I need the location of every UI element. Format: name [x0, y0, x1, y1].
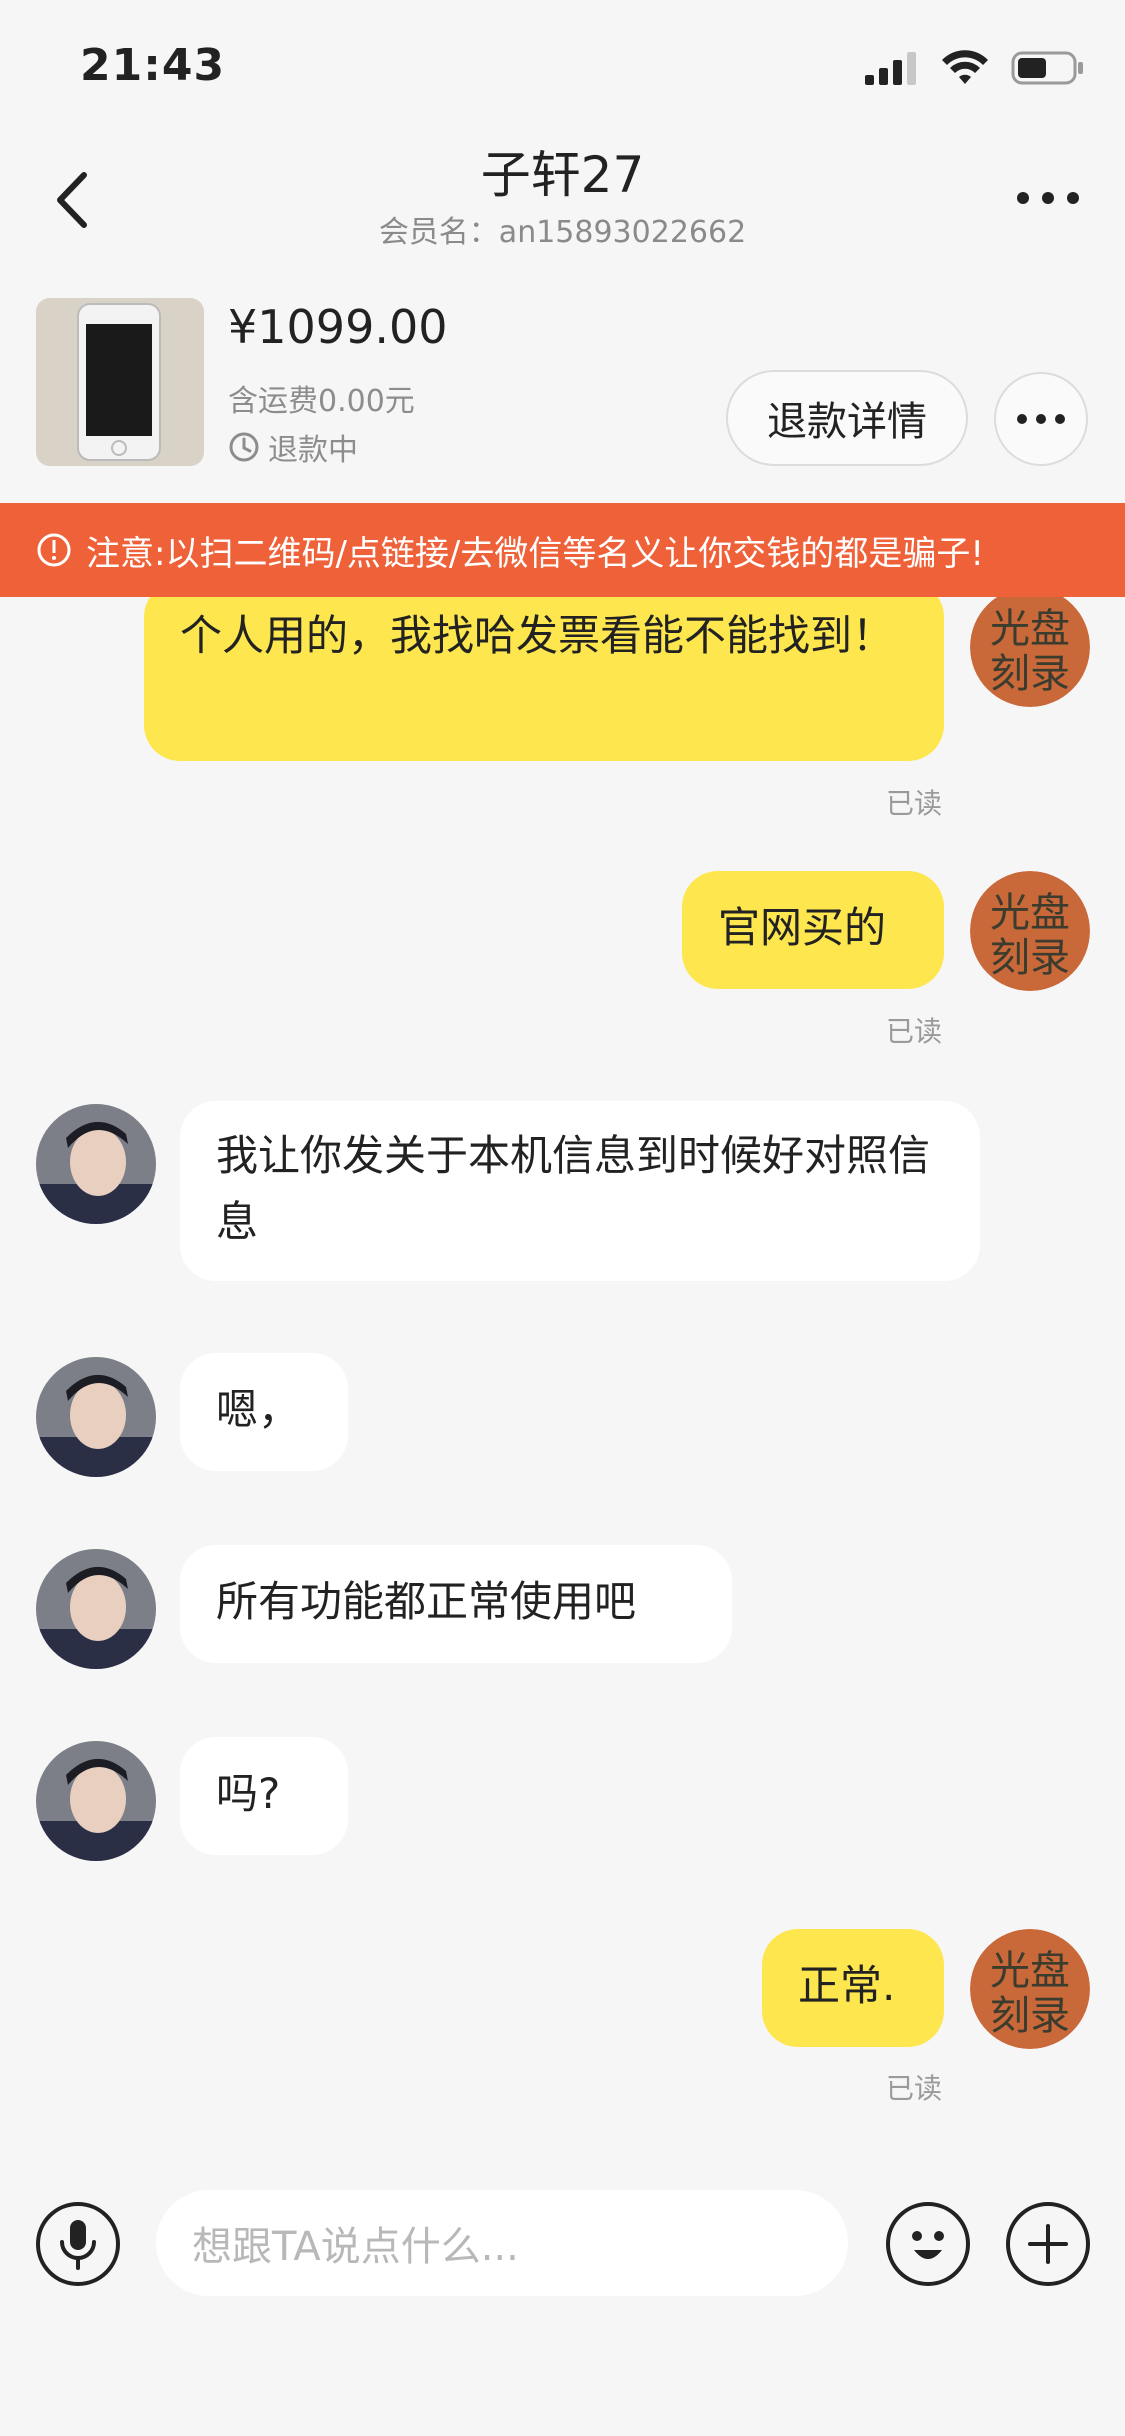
avatar[interactable] — [36, 1357, 156, 1477]
warning-text: 注意:以扫二维码/点链接/去微信等名义让你交钱的都是骗子! — [86, 533, 984, 574]
status-icons — [865, 48, 1085, 88]
avatar[interactable]: 光盘 刻录 — [970, 597, 1090, 707]
message-input[interactable]: 想跟TA说点什么... — [156, 2190, 848, 2296]
product-more-button[interactable] — [994, 372, 1088, 466]
shipping-fee: 含运费0.00元 — [228, 384, 415, 419]
avatar[interactable]: 光盘 刻录 — [970, 1929, 1090, 2049]
member-name: 会员名：an15893022662 — [378, 215, 747, 250]
more-dots-icon — [1017, 414, 1065, 424]
message-text: 我让你发关于本机信息到时候好对照信息 — [216, 1131, 931, 1246]
voice-input-button[interactable] — [36, 2202, 120, 2286]
message-text: 所有功能都正常使用吧 — [216, 1577, 637, 1626]
svg-text:光盘: 光盘 — [990, 890, 1070, 936]
emoji-button[interactable] — [886, 2202, 970, 2286]
refund-status: 退款中 — [228, 425, 358, 469]
message-bubble-received[interactable]: 所有功能都正常使用吧 — [180, 1545, 732, 1663]
avatar[interactable] — [36, 1549, 156, 1669]
message-bubble-sent[interactable]: 官网买的 — [682, 871, 944, 989]
message-bubble-received[interactable]: 嗯， — [180, 1353, 348, 1471]
alert-circle-icon — [37, 533, 71, 567]
plus-icon — [1028, 2224, 1068, 2264]
refund-details-button[interactable]: 退款详情 — [726, 370, 968, 466]
product-price: ¥1099.00 — [228, 300, 448, 354]
read-receipt: 已读 — [886, 2072, 943, 2105]
more-dots-icon — [1017, 192, 1079, 204]
clock-icon — [229, 432, 259, 462]
product-thumbnail[interactable] — [36, 298, 204, 466]
message-input-placeholder: 想跟TA说点什么... — [192, 2224, 519, 2270]
read-receipt: 已读 — [886, 787, 943, 820]
message-bubble-sent[interactable]: 正常. — [762, 1929, 944, 2047]
more-options-button[interactable] — [1013, 178, 1083, 218]
svg-text:刻录: 刻录 — [990, 1993, 1070, 2039]
avatar-logo-text: 光盘 — [990, 606, 1070, 652]
avatar[interactable] — [36, 1104, 156, 1224]
page-title: 子轩27 — [480, 146, 645, 204]
message-bubble-sent[interactable]: 个人用的，我找哈发票看能不能找到！ — [144, 597, 944, 761]
chat-history[interactable]: 个人用的，我找哈发票看能不能找到！ 光盘 刻录 已读 官网买的 光盘 刻录 已读… — [0, 597, 1125, 2167]
scam-warning-banner: 注意:以扫二维码/点链接/去微信等名义让你交钱的都是骗子! — [0, 503, 1125, 597]
signal-icon — [865, 52, 916, 85]
message-text: 个人用的，我找哈发票看能不能找到！ — [180, 611, 895, 660]
svg-text:刻录: 刻录 — [990, 651, 1070, 697]
battery-icon — [1011, 51, 1083, 85]
message-bubble-received[interactable]: 我让你发关于本机信息到时候好对照信息 — [180, 1101, 980, 1281]
message-text: 官网买的 — [718, 903, 887, 952]
avatar[interactable] — [36, 1741, 156, 1861]
svg-text:刻录: 刻录 — [990, 935, 1070, 981]
avatar[interactable]: 光盘 刻录 — [970, 871, 1090, 991]
message-text: 嗯， — [216, 1385, 301, 1434]
message-text: 吗? — [216, 1769, 281, 1818]
microphone-icon — [60, 2220, 96, 2270]
wifi-icon — [942, 50, 988, 84]
refund-status-label: 退款中 — [268, 433, 358, 468]
more-actions-button[interactable] — [1006, 2202, 1090, 2286]
message-text: 正常. — [798, 1961, 896, 2010]
status-time: 21:43 — [80, 40, 226, 91]
read-receipt: 已读 — [886, 1015, 943, 1048]
emoji-icon — [912, 2231, 944, 2259]
svg-text:光盘: 光盘 — [990, 1948, 1070, 1994]
message-bubble-received[interactable]: 吗? — [180, 1737, 348, 1855]
